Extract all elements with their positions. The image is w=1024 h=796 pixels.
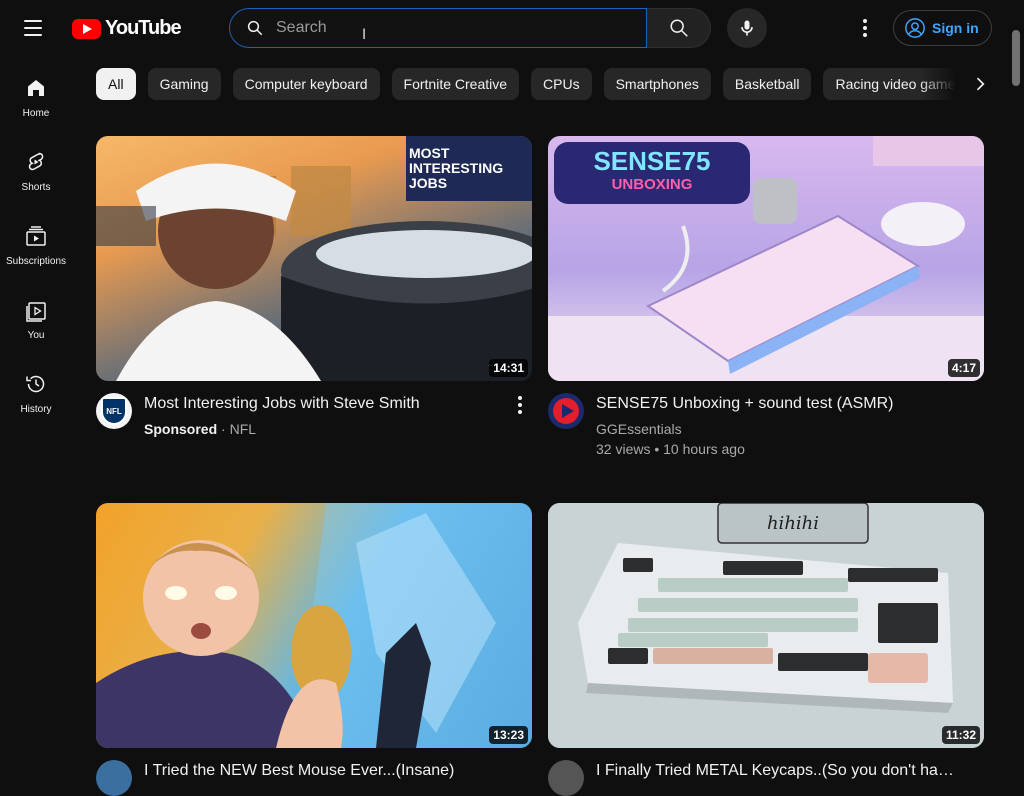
video-card: MOST INTERESTING JOBS 14:31 NFL Most Int… bbox=[96, 136, 532, 439]
search-icon bbox=[247, 20, 263, 36]
thumbnail-caption: MOST INTERESTING JOBS bbox=[409, 145, 504, 191]
video-title[interactable]: Most Interesting Jobs with Steve Smith bbox=[144, 393, 504, 415]
chip-fortnite-creative[interactable]: Fortnite Creative bbox=[391, 68, 520, 100]
sidebar-item-label: Home bbox=[22, 108, 50, 119]
channel-logo-icon bbox=[553, 398, 579, 424]
sidebar-item-label: You bbox=[27, 330, 45, 341]
channel-name[interactable]: NFL bbox=[230, 421, 256, 437]
search-icon bbox=[669, 19, 688, 37]
video-details: SENSE75 Unboxing + sound test (ASMR) GGE… bbox=[548, 393, 984, 459]
guide-menu-button[interactable] bbox=[24, 16, 48, 40]
play-logo-icon bbox=[72, 18, 101, 39]
video-thumbnail[interactable]: SENSE75 UNBOXING 4:17 bbox=[548, 136, 984, 381]
more-vert-icon-dot bbox=[518, 403, 522, 407]
more-vert-icon-dot bbox=[863, 26, 867, 30]
text-cursor-icon: I bbox=[362, 27, 367, 43]
channel-avatar[interactable] bbox=[96, 760, 132, 796]
you-icon bbox=[26, 302, 46, 322]
chip-cpus[interactable]: CPUs bbox=[531, 68, 592, 100]
thumbnail-image bbox=[96, 503, 532, 748]
video-details: I Tried the NEW Best Mouse Ever...(Insan… bbox=[96, 760, 532, 796]
search-box[interactable]: I bbox=[229, 8, 647, 48]
video-menu-button[interactable] bbox=[508, 393, 532, 417]
chip-basketball[interactable]: Basketball bbox=[722, 68, 812, 100]
shorts-icon bbox=[28, 152, 44, 171]
settings-menu-button[interactable] bbox=[853, 16, 877, 40]
video-thumbnail[interactable]: MOST INTERESTING JOBS 14:31 bbox=[96, 136, 532, 381]
channel-name[interactable]: GGEssentials bbox=[596, 419, 956, 439]
microphone-icon bbox=[741, 20, 753, 36]
chip-scroll-right-button[interactable] bbox=[964, 68, 996, 100]
sidebar-item-label: History bbox=[20, 404, 52, 415]
sign-in-button[interactable]: Sign in bbox=[893, 10, 992, 46]
video-info: Most Interesting Jobs with Steve Smith S… bbox=[144, 393, 504, 439]
history-icon bbox=[26, 375, 45, 393]
hamburger-icon bbox=[24, 20, 42, 22]
video-title[interactable]: I Finally Tried METAL Keycaps..(So you d… bbox=[596, 760, 956, 782]
account-icon bbox=[905, 18, 925, 38]
sidebar-item-you[interactable]: You bbox=[0, 278, 72, 352]
video-thumbnail[interactable]: hihihi 11:32 bbox=[548, 503, 984, 748]
video-duration: 14:31 bbox=[489, 359, 528, 377]
thumbnail-caption-sub: UNBOXING bbox=[611, 176, 693, 193]
channel-avatar[interactable] bbox=[548, 760, 584, 796]
sidebar-item-subscriptions[interactable]: Subscriptions bbox=[0, 204, 72, 278]
chip-smartphones[interactable]: Smartphones bbox=[603, 68, 711, 100]
subscriptions-icon bbox=[26, 226, 46, 246]
search-button[interactable] bbox=[647, 8, 711, 48]
video-details: NFL Most Interesting Jobs with Steve Smi… bbox=[96, 393, 532, 439]
chevron-right-icon bbox=[976, 77, 985, 91]
channel-avatar[interactable] bbox=[548, 393, 584, 429]
masthead: YouTube I Sign in bbox=[0, 0, 1024, 56]
sign-in-label: Sign in bbox=[932, 20, 979, 36]
sidebar-item-history[interactable]: History bbox=[0, 352, 72, 426]
thumbnail-caption: hihihi bbox=[766, 513, 820, 534]
video-info: SENSE75 Unboxing + sound test (ASMR) GGE… bbox=[596, 393, 956, 459]
scrollbar-thumb[interactable] bbox=[1012, 30, 1020, 86]
search-form: I bbox=[229, 8, 711, 48]
video-card: hihihi 11:32 I Finally Tried METAL Keyca… bbox=[548, 503, 984, 796]
mini-guide: Home Shorts Subscriptions You History bbox=[0, 56, 72, 426]
thumbnail-caption: SENSE75 bbox=[593, 146, 711, 176]
video-thumbnail[interactable]: 13:23 bbox=[96, 503, 532, 748]
more-vert-icon-dot bbox=[863, 33, 867, 37]
sidebar-item-home[interactable]: Home bbox=[0, 56, 72, 130]
sidebar-item-label: Subscriptions bbox=[5, 256, 67, 267]
video-title[interactable]: I Tried the NEW Best Mouse Ever...(Insan… bbox=[144, 760, 504, 782]
video-card: 13:23 I Tried the NEW Best Mouse Ever...… bbox=[96, 503, 532, 796]
chip-gaming[interactable]: Gaming bbox=[147, 68, 221, 100]
voice-search-button[interactable] bbox=[727, 8, 767, 48]
hamburger-icon-line bbox=[24, 34, 42, 36]
video-duration: 4:17 bbox=[947, 359, 980, 377]
logo-text: YouTube bbox=[105, 17, 182, 39]
video-details: I Finally Tried METAL Keycaps..(So you d… bbox=[548, 760, 984, 796]
hamburger-icon-line bbox=[24, 27, 42, 29]
youtube-logo[interactable]: YouTube bbox=[72, 17, 182, 40]
thumbnail-badge: SENSE75 UNBOXING bbox=[554, 142, 750, 204]
video-stats: 32 views • 10 hours ago bbox=[596, 441, 745, 457]
nfl-shield-icon: NFL bbox=[101, 397, 127, 425]
thumbnail-image bbox=[548, 503, 984, 748]
video-card: SENSE75 UNBOXING 4:17 SENSE75 Unboxing +… bbox=[548, 136, 984, 459]
video-info: I Finally Tried METAL Keycaps..(So you d… bbox=[596, 760, 956, 796]
sidebar-item-shorts[interactable]: Shorts bbox=[0, 130, 72, 204]
chip-computer-keyboard[interactable]: Computer keyboard bbox=[232, 68, 380, 100]
page-scrollbar[interactable] bbox=[1010, 0, 1022, 768]
video-byline: Sponsored · NFL bbox=[144, 421, 257, 437]
search-input[interactable] bbox=[276, 19, 596, 37]
video-info: I Tried the NEW Best Mouse Ever...(Insan… bbox=[144, 760, 504, 796]
more-vert-icon bbox=[863, 19, 867, 23]
video-title[interactable]: SENSE75 Unboxing + sound test (ASMR) bbox=[596, 393, 956, 415]
sidebar-item-label: Shorts bbox=[21, 182, 51, 193]
chip-all[interactable]: All bbox=[96, 68, 136, 100]
channel-avatar[interactable]: NFL bbox=[96, 393, 132, 429]
home-icon bbox=[28, 80, 44, 96]
more-vert-icon bbox=[518, 396, 522, 400]
sponsored-badge: Sponsored bbox=[144, 421, 218, 437]
filter-chip-bar: All Gaming Computer keyboard Fortnite Cr… bbox=[96, 68, 996, 100]
video-duration: 11:32 bbox=[941, 726, 980, 744]
more-vert-icon-dot bbox=[518, 410, 522, 414]
video-duration: 13:23 bbox=[489, 726, 528, 744]
